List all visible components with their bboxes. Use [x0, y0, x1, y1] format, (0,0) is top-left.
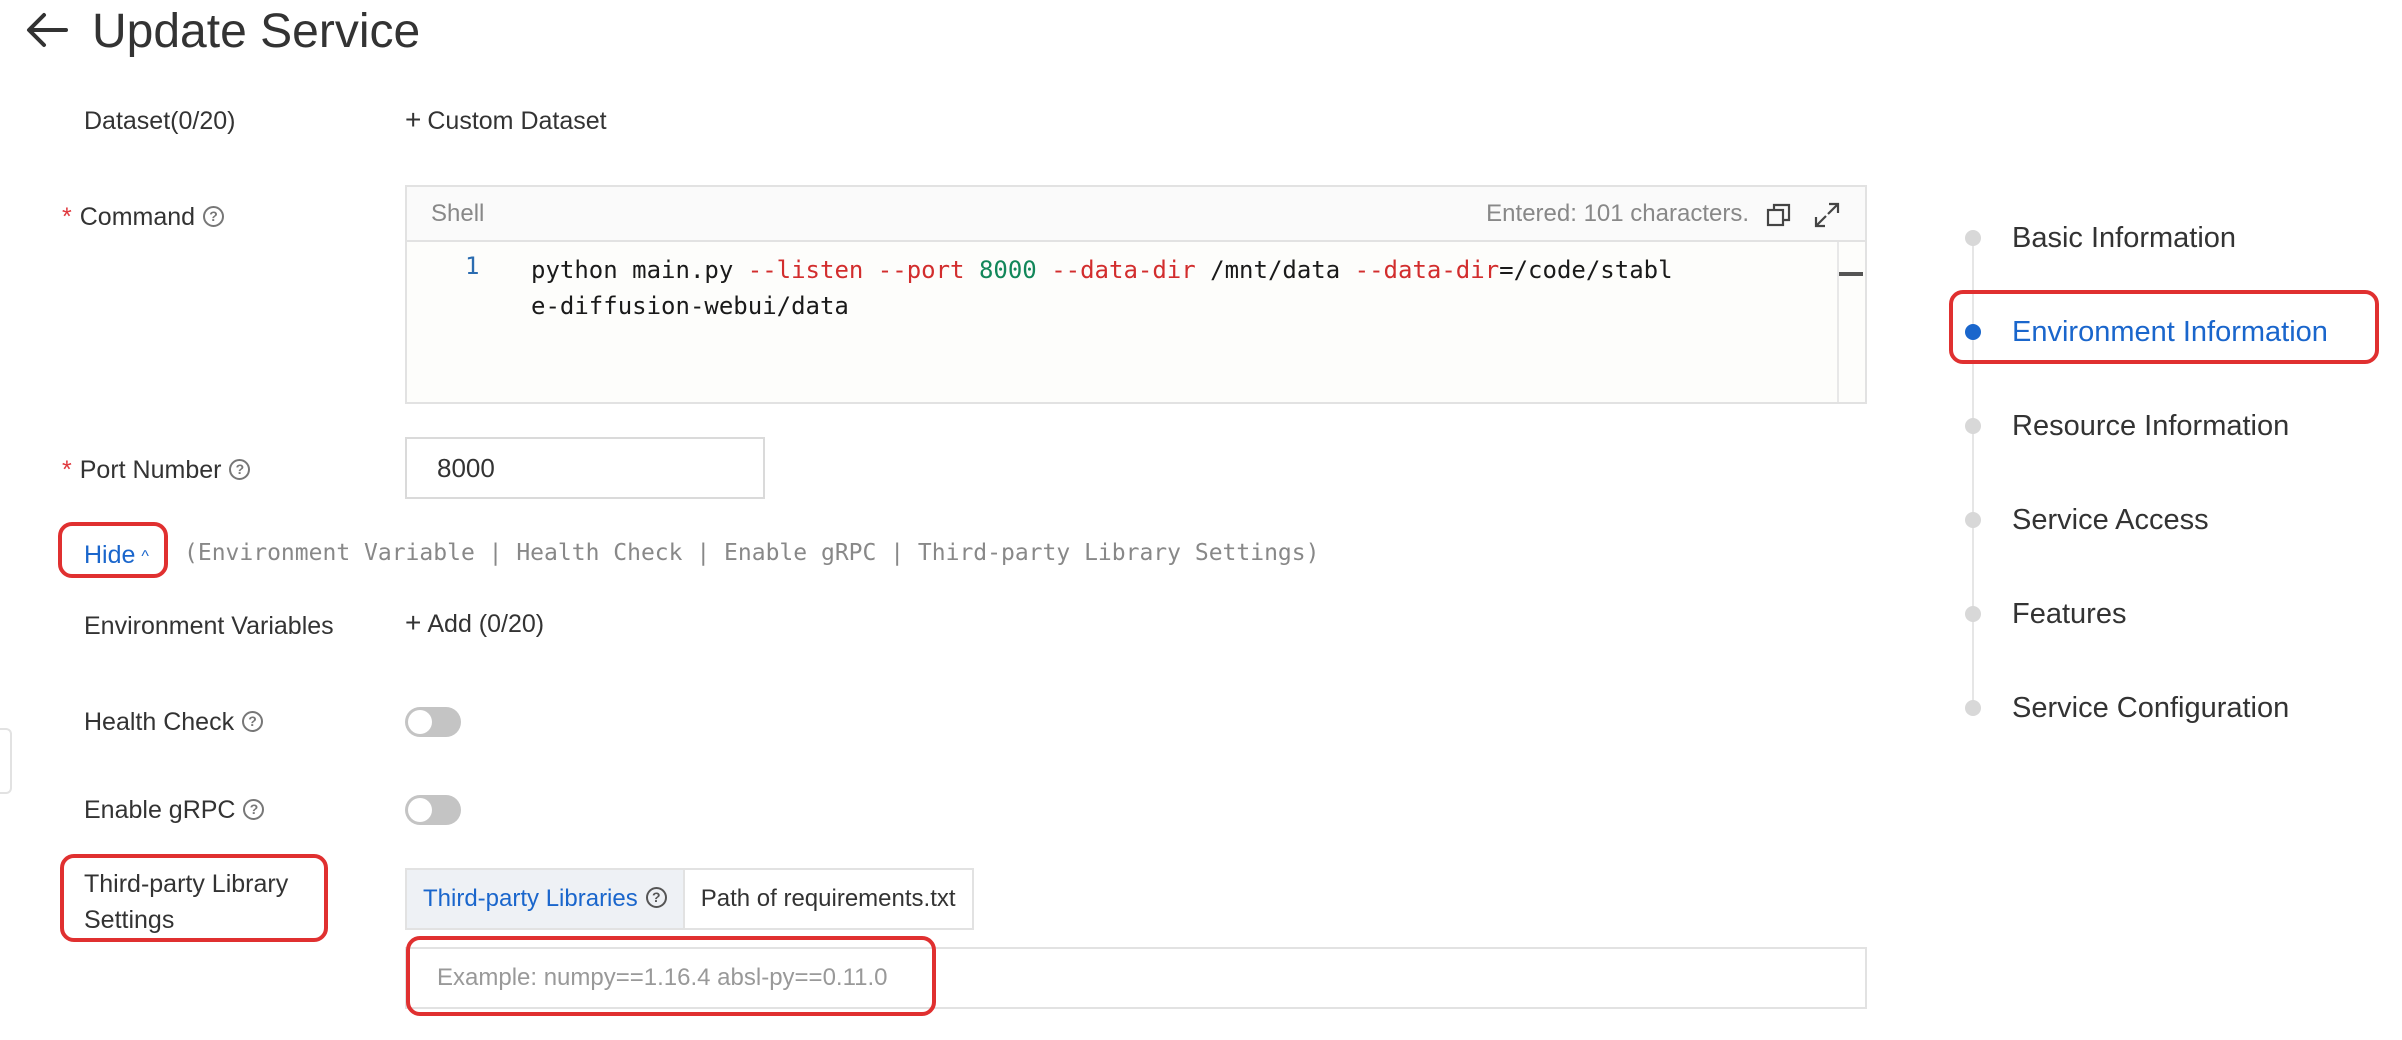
- code-flag: --data-dir: [1354, 256, 1500, 284]
- nav-item-features[interactable]: Features: [2012, 598, 2126, 631]
- switch-knob: [408, 798, 432, 822]
- editor-scrollbar[interactable]: [1837, 242, 1865, 402]
- help-circle-icon[interactable]: ?: [203, 205, 225, 227]
- nav-dot: [1965, 512, 1981, 528]
- nav-item-basic-information[interactable]: Basic Information: [2012, 222, 2236, 255]
- tab-requirements-path[interactable]: Path of requirements.txt: [684, 870, 972, 928]
- scrollbar-thumb[interactable]: [1839, 272, 1863, 276]
- command-label-row: * Command?: [62, 200, 225, 234]
- tab-label: Path of requirements.txt: [700, 885, 956, 912]
- tab-label: Third-party Libraries: [423, 885, 638, 912]
- code-token: python main.py: [531, 256, 748, 284]
- port-label-row: * Port Number?: [62, 453, 251, 487]
- plus-icon: +: [405, 104, 422, 135]
- page-title: Update Service: [92, 5, 421, 58]
- add-env-var-label: Add (0/20): [427, 610, 545, 638]
- help-circle-icon[interactable]: ?: [242, 710, 264, 732]
- line-number: 1: [465, 252, 480, 280]
- code-token: /mnt/data: [1195, 256, 1355, 284]
- grpc-label: Enable gRPC: [84, 796, 236, 824]
- nav-dot: [1965, 230, 1981, 246]
- grpc-switch[interactable]: [405, 795, 461, 825]
- side-panel-handle[interactable]: [0, 728, 12, 794]
- nav-item-environment-information[interactable]: Environment Information: [2012, 316, 2328, 349]
- nav-dot: [1965, 418, 1981, 434]
- advanced-summary: (Environment Variable | Health Check | E…: [184, 540, 1320, 566]
- code-number: 8000: [978, 256, 1037, 284]
- dataset-label: Dataset(0/20): [84, 107, 236, 135]
- editor-toolbar: Shell Entered: 101 characters.: [407, 187, 1865, 242]
- copy-icon[interactable]: [1765, 201, 1793, 229]
- expand-icon[interactable]: [1813, 201, 1841, 229]
- nav-item-resource-information[interactable]: Resource Information: [2012, 410, 2289, 443]
- plus-icon: +: [405, 607, 422, 638]
- env-vars-label: Environment Variables: [84, 612, 334, 640]
- command-editor[interactable]: Shell Entered: 101 characters. 1 python …: [405, 185, 1867, 404]
- required-asterisk: *: [62, 203, 72, 231]
- custom-dataset-label: Custom Dataset: [427, 107, 607, 135]
- third-party-label-line1: Third-party Library: [84, 870, 289, 898]
- help-circle-icon[interactable]: ?: [229, 458, 251, 480]
- port-number-input[interactable]: 8000: [405, 437, 765, 499]
- editor-language: Shell: [431, 200, 485, 227]
- switch-knob: [408, 710, 432, 734]
- third-party-label: Third-party Library Settings: [84, 866, 288, 938]
- code-flag: --port: [877, 256, 965, 284]
- third-party-tabs: Third-party Libraries? Path of requireme…: [405, 868, 974, 930]
- help-circle-icon[interactable]: ?: [243, 798, 265, 820]
- chevron-up-icon: ^: [141, 548, 149, 565]
- grpc-label-row: Enable gRPC?: [84, 793, 265, 827]
- code-flag: --listen: [747, 256, 864, 284]
- help-circle-icon[interactable]: ?: [645, 887, 667, 909]
- third-party-label-line2: Settings: [84, 906, 175, 934]
- add-env-var-button[interactable]: + Add (0/20): [405, 607, 544, 639]
- required-asterisk: *: [62, 456, 72, 484]
- back-arrow-icon[interactable]: [22, 8, 72, 52]
- nav-dot: [1965, 700, 1981, 716]
- command-label: Command: [79, 203, 196, 231]
- editor-body[interactable]: 1 python main.py --listen --port 8000 --…: [407, 242, 1865, 402]
- code-flag: --data-dir: [1051, 256, 1196, 284]
- command-code[interactable]: python main.py --listen --port 8000 --da…: [531, 252, 1681, 324]
- health-check-label: Health Check: [84, 708, 235, 736]
- nav-dot: [1965, 606, 1981, 622]
- tab-third-party-libraries[interactable]: Third-party Libraries?: [407, 870, 685, 928]
- custom-dataset-button[interactable]: + Custom Dataset: [405, 104, 607, 136]
- hide-label: Hide: [84, 541, 136, 569]
- editor-char-count: Entered: 101 characters.: [1486, 200, 1749, 227]
- port-label: Port Number: [79, 456, 222, 484]
- nav-item-service-access[interactable]: Service Access: [2012, 504, 2209, 537]
- nav-dot-active: [1965, 324, 1981, 340]
- health-check-label-row: Health Check?: [84, 705, 264, 739]
- third-party-libraries-input[interactable]: [405, 947, 1867, 1009]
- anchor-nav-line: [1972, 240, 1974, 710]
- health-check-switch[interactable]: [405, 707, 461, 737]
- nav-item-service-configuration[interactable]: Service Configuration: [2012, 692, 2289, 725]
- hide-advanced-toggle[interactable]: Hide ^: [84, 541, 149, 570]
